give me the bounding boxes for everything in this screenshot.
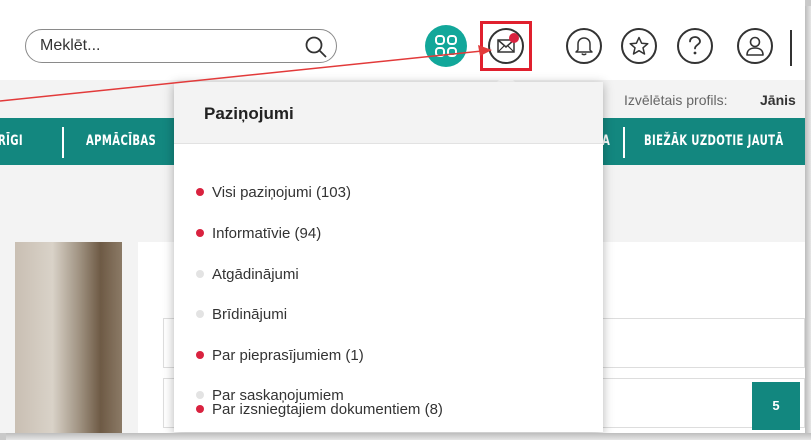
app-window: Izvēlētais profils: Jānis RĪGI APMĀCĪBAS… [0,0,805,433]
annotation-arrow [0,45,492,102]
window-shadow-right [805,6,811,440]
window-shadow-bottom [6,433,811,440]
